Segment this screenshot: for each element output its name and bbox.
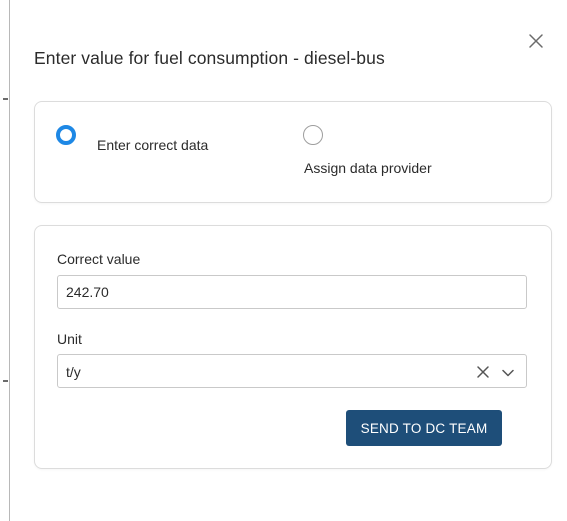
clear-icon[interactable] bbox=[476, 365, 490, 379]
correct-value-input[interactable] bbox=[58, 276, 526, 308]
assign-data-provider-radio[interactable] bbox=[303, 125, 323, 145]
value-form-card: Correct value Unit t/y SEND TO DC T bbox=[34, 225, 552, 469]
fuel-consumption-dialog: Enter value for fuel consumption - diese… bbox=[12, 0, 567, 521]
unit-selected-value: t/y bbox=[66, 364, 81, 380]
background-window-edge bbox=[0, 0, 10, 521]
assign-data-provider-label[interactable]: Assign data provider bbox=[304, 160, 432, 176]
enter-correct-data-radio[interactable] bbox=[56, 125, 76, 145]
correct-value-label: Correct value bbox=[57, 251, 141, 267]
dialog-title: Enter value for fuel consumption - diese… bbox=[34, 48, 385, 68]
correct-value-field-wrapper bbox=[57, 275, 527, 309]
unit-select[interactable]: t/y bbox=[57, 354, 527, 388]
background-tick bbox=[3, 98, 8, 100]
option-card: Enter correct data Assign data provider bbox=[34, 101, 552, 203]
send-to-dc-team-button[interactable]: SEND TO DC TEAM bbox=[346, 410, 502, 446]
close-icon[interactable] bbox=[527, 32, 545, 50]
background-tick bbox=[3, 380, 8, 382]
page: Enter value for fuel consumption - diese… bbox=[0, 0, 567, 521]
chevron-down-icon[interactable] bbox=[501, 366, 515, 378]
enter-correct-data-label[interactable]: Enter correct data bbox=[97, 137, 208, 153]
unit-label: Unit bbox=[57, 331, 82, 347]
